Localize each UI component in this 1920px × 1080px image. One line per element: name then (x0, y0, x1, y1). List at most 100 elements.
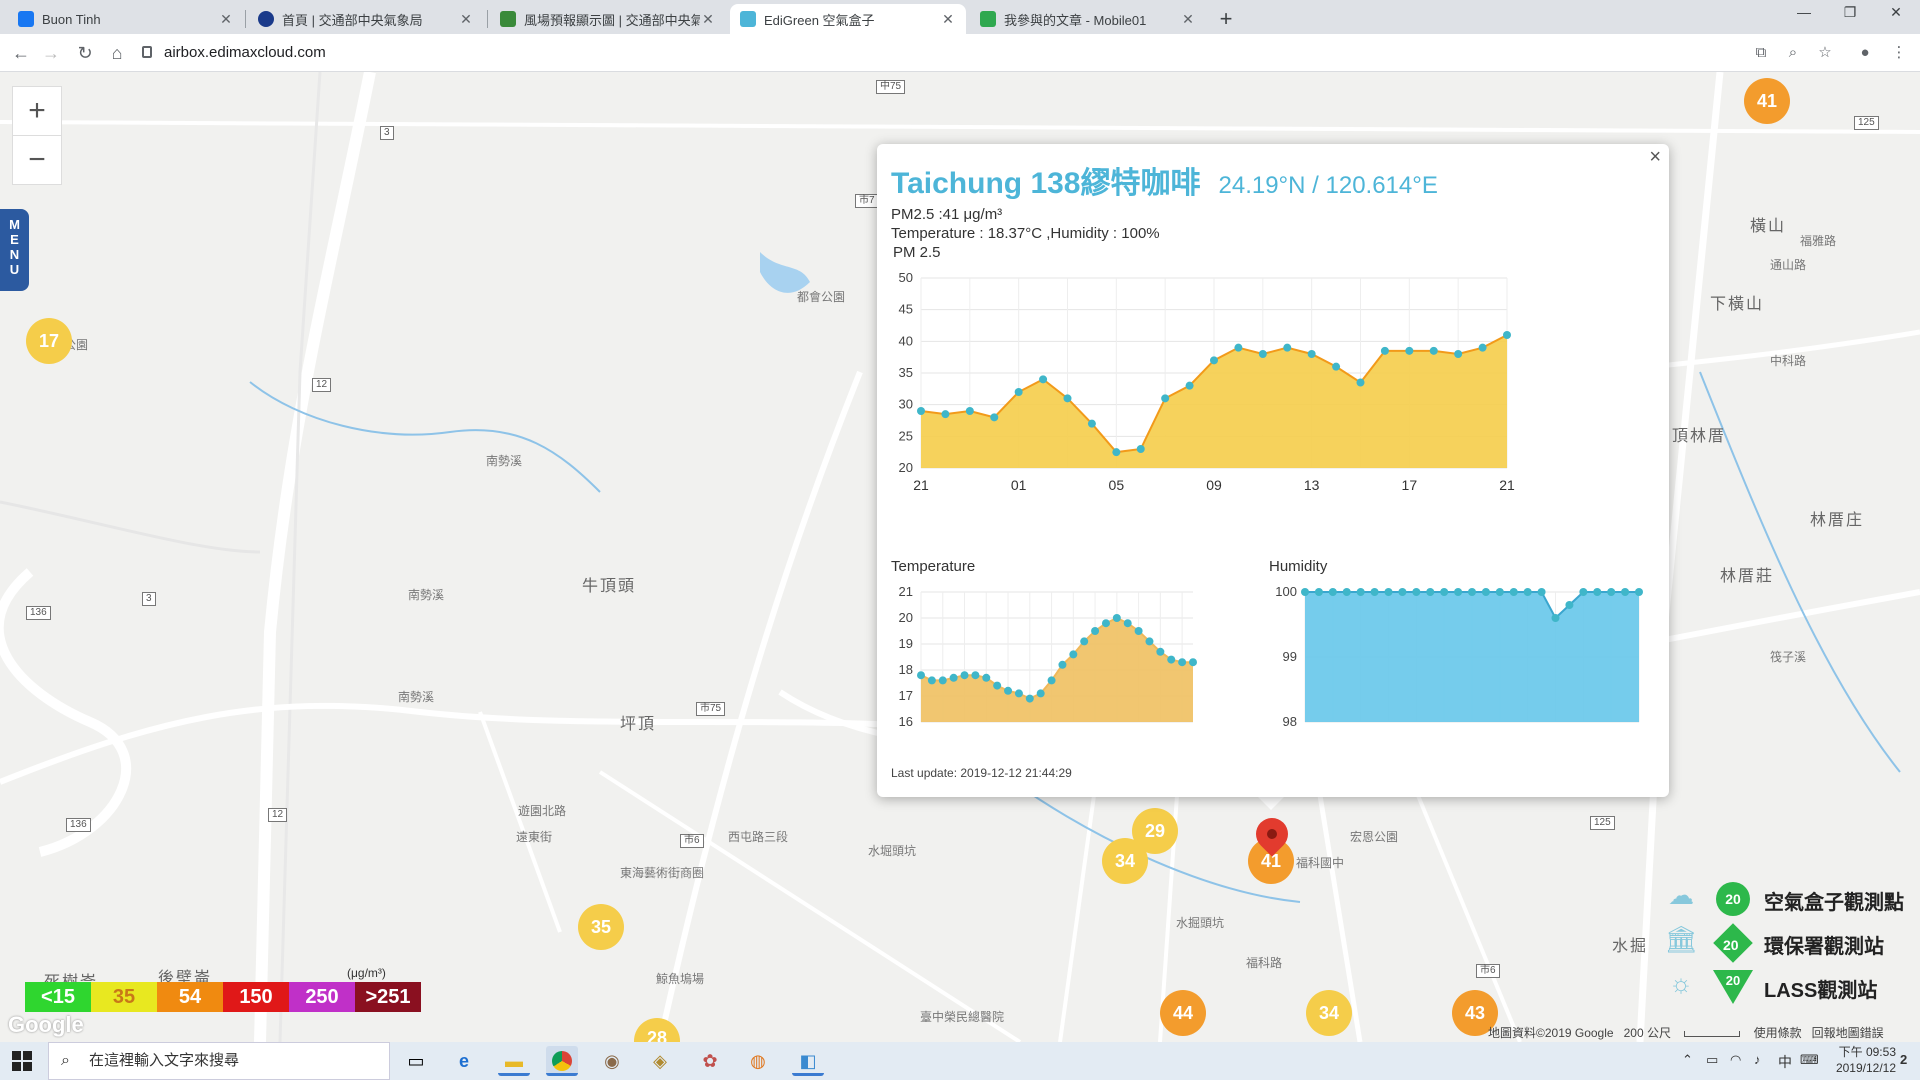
pm25-marker[interactable]: 34 (1102, 838, 1148, 884)
browser-tab-active[interactable]: EdiGreen 空氣盒子 ✕ (730, 4, 966, 34)
leaf-icon (500, 11, 516, 27)
x-tick-label: 21 (913, 477, 929, 493)
tray-overflow-icon[interactable]: ⌃ (1682, 1052, 1693, 1068)
data-point (1356, 378, 1365, 387)
legend-label: 環保署觀測站 (1764, 936, 1884, 958)
data-point (1380, 346, 1389, 355)
bookmark-star-icon[interactable]: ☆ (1816, 44, 1834, 62)
data-point (1412, 588, 1421, 596)
y-tick-label: 25 (899, 428, 913, 443)
data-point (1405, 346, 1414, 355)
new-tab-button[interactable]: + (1212, 6, 1240, 32)
x-tick-label: 01 (1011, 477, 1027, 493)
facebook-icon (18, 11, 34, 27)
data-point (1080, 637, 1089, 646)
edge-browser-icon[interactable]: e (448, 1046, 480, 1076)
volume-icon[interactable]: ♪ (1754, 1052, 1761, 1067)
blender-icon[interactable]: ◍ (742, 1046, 774, 1076)
app-icon[interactable]: ◧ (792, 1046, 824, 1076)
airbox-badge: 20 (1716, 882, 1750, 916)
app-icon[interactable]: ◉ (596, 1046, 628, 1076)
browser-tab[interactable]: 首頁 | 交通部中央氣象局 ✕ (248, 4, 484, 34)
app-icon[interactable]: ✿ (694, 1046, 726, 1076)
browser-tab[interactable]: Buon Tinh ✕ (8, 4, 244, 34)
wifi-icon[interactable]: ◠ (1730, 1052, 1741, 1068)
data-point (1356, 588, 1365, 596)
y-tick-label: 21 (899, 584, 913, 599)
place-label: 水掘 (1612, 938, 1649, 955)
data-point (1047, 676, 1056, 685)
notification-badge[interactable]: 2 (1900, 1052, 1907, 1067)
data-point (917, 671, 925, 680)
data-point (1112, 614, 1121, 622)
zoom-icon[interactable]: ⌕ (1784, 44, 1802, 62)
data-point (1478, 343, 1487, 352)
pm25-marker[interactable]: 34 (1306, 990, 1352, 1036)
reload-icon[interactable]: ↻ (74, 42, 96, 64)
file-explorer-icon[interactable]: ▬ (498, 1046, 530, 1076)
data-point (1101, 619, 1110, 628)
browser-tab[interactable]: 我參與的文章 - Mobile01 ✕ (970, 4, 1206, 34)
legend-unit: (μg/m³) (347, 966, 386, 980)
close-tab-icon[interactable]: ✕ (940, 11, 956, 28)
ime-indicator[interactable]: 中 (1778, 1052, 1792, 1072)
data-point (1014, 689, 1023, 698)
data-point (982, 673, 991, 682)
zoom-out-button[interactable]: − (12, 135, 62, 185)
zoom-in-button[interactable]: + (12, 86, 62, 136)
app-icon[interactable]: ◈ (644, 1046, 676, 1076)
taskbar-search[interactable]: ⌕ 在這裡輸入文字來搜尋 (48, 1042, 390, 1080)
chrome-icon[interactable] (546, 1046, 578, 1076)
windows-start-icon[interactable] (12, 1051, 32, 1071)
road-shield: 中75 (876, 80, 906, 94)
terms-link[interactable]: 使用條款 (1754, 1026, 1802, 1040)
close-tab-icon[interactable]: ✕ (1180, 11, 1196, 28)
forward-arrow-icon[interactable]: → (40, 42, 62, 64)
close-tab-icon[interactable]: ✕ (218, 11, 234, 28)
search-placeholder: 在這裡輸入文字來搜尋 (89, 1052, 240, 1069)
address-bar[interactable]: airbox.edimaxcloud.com (142, 38, 1902, 68)
battery-icon[interactable]: ▭ (1706, 1052, 1718, 1068)
pm25-marker[interactable]: 41 (1744, 78, 1790, 124)
y-tick-label: 99 (1283, 649, 1297, 664)
tab-title: 我參與的文章 - Mobile01 (1004, 12, 1147, 28)
y-tick-label: 30 (899, 397, 913, 412)
pm25-marker[interactable]: 44 (1160, 990, 1206, 1036)
system-clock[interactable]: 下午 09:53 2019/12/12 (1834, 1044, 1896, 1076)
close-window-button[interactable]: ✕ (1878, 4, 1914, 21)
data-point (1112, 448, 1121, 457)
menu-button[interactable]: MENU (0, 209, 29, 291)
sun-wave-icon: ☼ (1669, 968, 1693, 998)
browser-tab[interactable]: 風場預報顯示圖 | 交通部中央氣象局 ✕ (490, 4, 726, 34)
data-point (1014, 388, 1023, 396)
close-tab-icon[interactable]: ✕ (458, 11, 474, 28)
place-label: 林厝莊 (1720, 568, 1775, 585)
last-update: Last update: 2019-12-12 21:44:29 (891, 766, 1072, 780)
pm25-marker[interactable]: 35 (578, 904, 624, 950)
data-point (1593, 588, 1602, 596)
pm25-marker[interactable]: 17 (26, 318, 72, 364)
windows-taskbar: ⌕ 在這裡輸入文字來搜尋 ▭ e ▬ ◉ ◈ ✿ ◍ ◧ ⌃ ▭ ◠ ♪ 中 ⌨… (0, 1042, 1920, 1080)
data-point (941, 410, 950, 419)
profile-avatar-icon[interactable]: ● (1856, 44, 1874, 62)
maximize-button[interactable]: ❐ (1832, 4, 1868, 21)
kebab-menu-icon[interactable]: ⋮ (1890, 44, 1908, 62)
government-building-icon: 🏛 (1664, 924, 1698, 954)
report-error-link[interactable]: 回報地圖錯誤 (1812, 1026, 1884, 1040)
close-tab-icon[interactable]: ✕ (700, 11, 716, 28)
y-tick-label: 35 (899, 365, 913, 380)
minimize-button[interactable]: — (1786, 4, 1822, 20)
road-shield: 12 (268, 808, 288, 822)
menu-label: MENU (7, 217, 22, 277)
task-view-icon[interactable]: ▭ (400, 1046, 432, 1076)
data-point (1161, 394, 1170, 403)
keyboard-icon[interactable]: ⌨ (1800, 1052, 1819, 1068)
place-label: 臺中榮民總醫院 (920, 1010, 1005, 1024)
translate-icon[interactable]: ⧉ (1752, 44, 1770, 62)
home-icon[interactable]: ⌂ (106, 42, 128, 64)
back-arrow-icon[interactable]: ← (10, 42, 32, 64)
data-point (1429, 346, 1438, 355)
data-point (1234, 343, 1243, 352)
legend-label: 空氣盒子觀測點 (1764, 892, 1904, 914)
data-point (1091, 627, 1100, 635)
